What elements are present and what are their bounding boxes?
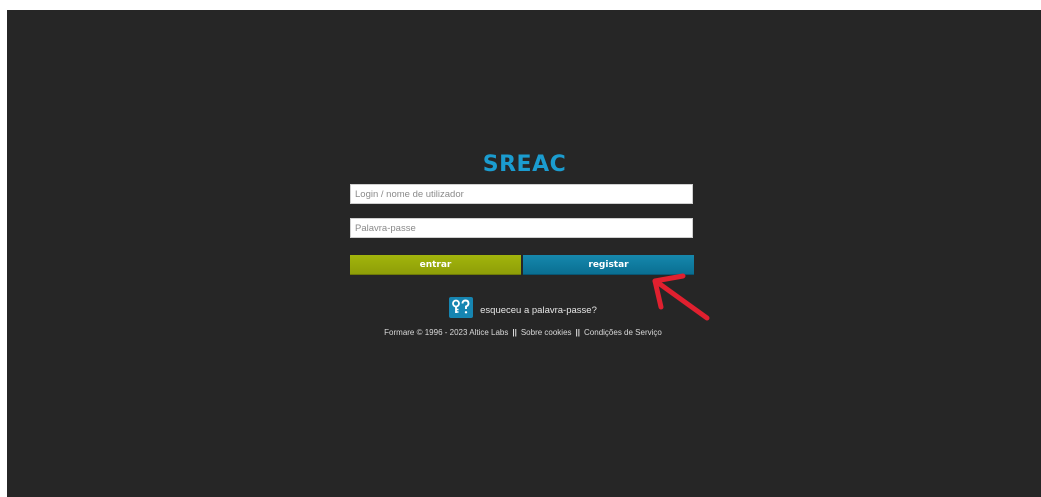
footer-separator: ||: [512, 328, 517, 337]
password-input[interactable]: [350, 218, 693, 238]
footer: Formare © 1996 - 2023 Altice Labs || Sobre…: [350, 328, 696, 337]
copyright-text: Formare © 1996 - 2023 Altice Labs: [384, 328, 509, 337]
forgot-password-link[interactable]: esqueceu a palavra-passe?: [480, 305, 597, 316]
footer-separator: ||: [575, 328, 581, 337]
keys-icon[interactable]: [449, 296, 474, 318]
entrar-button[interactable]: entrar: [350, 255, 521, 275]
login-input[interactable]: [350, 184, 693, 204]
app-title: SREAC: [482, 152, 567, 177]
red-arrow-icon: [652, 273, 710, 321]
terms-link[interactable]: Condições de Serviço: [584, 328, 662, 337]
cookies-link[interactable]: Sobre cookies: [521, 328, 572, 337]
